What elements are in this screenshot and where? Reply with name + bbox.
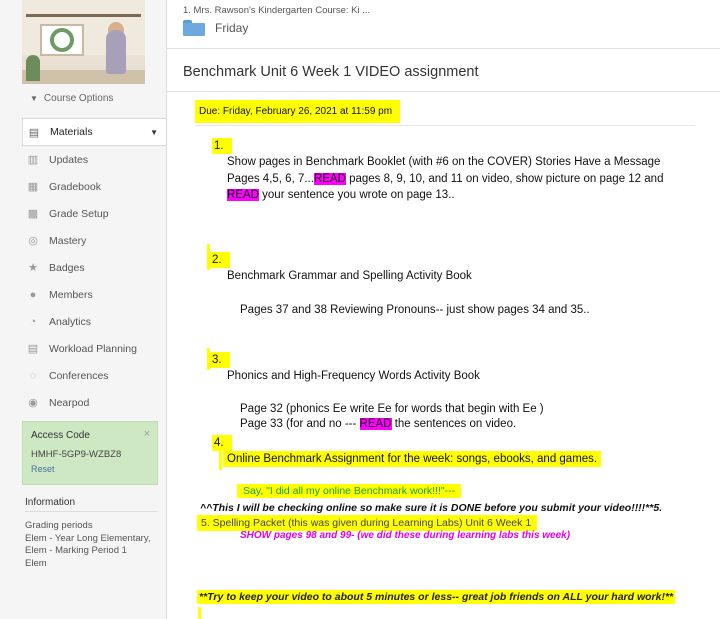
item-1-text: Show pages in Benchmark Booklet (with #6… (227, 156, 664, 201)
item-2-line: Pages 37 and 38 Reviewing Pronouns-- jus… (240, 304, 590, 316)
item-3-line-2: Page 33 (for and no --- READ the sentenc… (240, 418, 517, 430)
grading-info-line: Elem (25, 557, 47, 569)
reset-access-code-link[interactable]: Reset (31, 464, 149, 474)
grading-periods-info: Grading periods Elem - Year Long Element… (25, 520, 160, 570)
divider (25, 511, 157, 512)
updates-icon: ▥ (27, 154, 39, 166)
item-number-2: 2. (210, 252, 230, 268)
close-icon[interactable]: × (144, 428, 150, 440)
dropdown-caret-icon[interactable]: ▼ (150, 128, 158, 137)
assignment-body: Due: Friday, February 26, 2021 at 11:59 … (167, 92, 720, 619)
course-options-menu[interactable]: ▼ Course Options (30, 93, 113, 104)
access-code-title: Access Code (31, 430, 90, 441)
nav-item-mastery[interactable]: ◎ Mastery (22, 227, 167, 254)
nav-item-conferences[interactable]: ◌ Conferences (22, 362, 167, 389)
members-icon: ● (29, 288, 37, 301)
page-title: Benchmark Unit 6 Week 1 VIDEO assignment (183, 64, 479, 80)
nav-item-grade-setup[interactable]: ▩ Grade Setup (22, 200, 167, 227)
course-banner-image (22, 0, 145, 84)
online-check-warning: ^^This I will be checking online so make… (200, 502, 663, 514)
nav-item-updates[interactable]: ▥ Updates (22, 146, 167, 173)
nav-item-label: Workload Planning (49, 342, 137, 355)
item-2-title: Benchmark Grammar and Spelling Activity … (227, 270, 472, 282)
nearpod-icon: ◉ (28, 397, 38, 409)
grading-info-line: Elem - Marking Period 1 (25, 545, 127, 556)
due-date: Due: Friday, February 26, 2021 at 11:59 … (195, 100, 401, 123)
gradebook-icon: ▦ (27, 181, 39, 193)
nav-item-label: Conferences (49, 369, 109, 382)
item-3-title: Phonics and High-Frequency Words Activit… (227, 370, 480, 382)
materials-icon: ▤ (28, 126, 40, 139)
footer-reminder: **Try to keep your video to about 5 minu… (197, 590, 676, 604)
workload-planning-icon: ▤ (27, 343, 39, 355)
item-5-instructions: SHOW pages 98 and 99- (we did these duri… (240, 530, 571, 541)
breadcrumb[interactable]: 1. Mrs. Rawson's Kindergarten Course: Ki… (183, 5, 370, 16)
nav-item-label: Gradebook (49, 180, 101, 193)
nav-item-label: Members (49, 288, 93, 301)
nav-item-label: Updates (49, 153, 89, 166)
analytics-icon: ◔ (29, 315, 37, 328)
nav-item-nearpod[interactable]: ◉ Nearpod (22, 389, 167, 416)
nav-item-label: Materials (50, 126, 93, 138)
highlight-mark (219, 448, 222, 470)
nav-item-members[interactable]: ● Members (22, 281, 167, 308)
grade-setup-icon: ▩ (27, 208, 39, 220)
item-number-1: 1. (212, 138, 232, 154)
mastery-icon: ◎ (28, 235, 38, 247)
item-4-line: Online Benchmark Assignment for the week… (223, 451, 602, 467)
read-highlight: READ (313, 172, 346, 185)
left-sidebar: ▼ Course Options ▤ Materials ▼ ▥ Updates … (0, 0, 167, 619)
nav-item-workload-planning[interactable]: ▤ Workload Planning (22, 335, 167, 362)
information-heading: Information (25, 497, 76, 508)
course-options-label: Course Options (43, 93, 114, 104)
say-statement: Say, "I did all my online Benchmark work… (237, 484, 462, 498)
read-highlight: READ (359, 418, 392, 430)
badges-icon: ★ (28, 262, 38, 274)
nav-item-label: Analytics (49, 315, 92, 328)
conferences-icon: ◌ (29, 369, 37, 382)
divider (195, 125, 695, 126)
nav-item-label: Nearpod (49, 396, 90, 409)
grading-info-line: Elem - Year Long Elementary, (25, 532, 151, 544)
nav-item-label: Grade Setup (49, 207, 109, 220)
folder-icon (183, 20, 205, 36)
access-code-panel: Access Code × HMHF-5GP9-WZBZ8 Reset (22, 421, 158, 485)
course-nav: ▤ Materials ▼ ▥ Updates ▦ Gradebook ▩ Gr… (22, 118, 167, 416)
folder-name: Friday (215, 21, 249, 35)
nav-item-label: Mastery (49, 234, 87, 247)
highlight-mark (198, 607, 201, 619)
grading-info-line: Grading periods (25, 520, 93, 531)
read-highlight: READ (227, 189, 259, 201)
nav-item-label: Badges (49, 261, 85, 274)
folder-link[interactable]: Friday (183, 20, 248, 36)
nav-item-analytics[interactable]: ◔ Analytics (22, 308, 167, 335)
item-number-3: 3. (210, 352, 230, 368)
nav-item-badges[interactable]: ★ Badges (22, 254, 167, 281)
access-code-value: HMHF-5GP9-WZBZ8 (31, 449, 122, 460)
item-5-line: 5. Spelling Packet (this was given durin… (197, 515, 538, 531)
item-3-line-1: Page 32 (phonics Ee write Ee for words t… (240, 403, 544, 415)
nav-item-gradebook[interactable]: ▦ Gradebook (22, 173, 167, 200)
nav-item-materials[interactable]: ▤ Materials ▼ (22, 118, 167, 146)
divider (167, 48, 720, 49)
caret-down-icon: ▼ (30, 94, 38, 103)
